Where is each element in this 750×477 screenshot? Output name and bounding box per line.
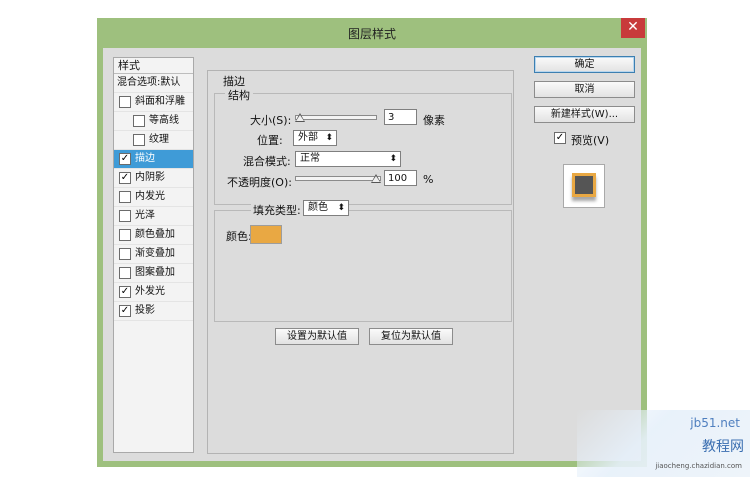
close-button[interactable]: ✕: [621, 18, 645, 38]
style-item-label: 纹理: [149, 134, 169, 145]
blend-mode-value: 正常: [300, 153, 320, 164]
dropdown-arrow-icon: ⬍: [337, 203, 345, 213]
title-bar[interactable]: 图层样式 ✕: [97, 18, 647, 48]
stroke-color-swatch[interactable]: [250, 225, 282, 244]
cancel-button[interactable]: 取消: [534, 81, 635, 98]
style-item-label: 内发光: [135, 191, 165, 202]
style-checkbox[interactable]: [119, 248, 131, 260]
style-checkbox[interactable]: [119, 210, 131, 222]
fill-type-value: 颜色: [308, 202, 328, 213]
style-item-label: 等高线: [149, 115, 179, 126]
style-item-label: 渐变叠加: [135, 248, 175, 259]
style-item[interactable]: 图案叠加: [114, 264, 193, 283]
fill-type-label: 填充类型:: [251, 202, 303, 218]
styles-list: 混合选项:默认斜面和浮雕等高线纹理 ✓ 描边 ✓ 内阴影内发光光泽颜色叠加渐变叠加图案叠…: [114, 74, 193, 321]
style-item-label: 图案叠加: [135, 267, 175, 278]
style-item-label: 光泽: [135, 210, 155, 221]
opacity-input[interactable]: 100: [384, 170, 417, 186]
opacity-slider-thumb[interactable]: [371, 174, 381, 183]
opacity-unit: %: [423, 173, 434, 186]
watermark-title: 教程网: [702, 439, 744, 455]
style-item[interactable]: ✓ 外发光: [114, 283, 193, 302]
new-style-button[interactable]: 新建样式(W)...: [534, 106, 635, 123]
style-item-label: 投影: [135, 305, 155, 316]
ok-button[interactable]: 确定: [534, 56, 635, 73]
style-checkbox[interactable]: [119, 96, 131, 108]
style-item[interactable]: ✓ 投影: [114, 302, 193, 321]
style-checkbox[interactable]: [133, 115, 145, 127]
layer-style-dialog: 图层样式 ✕ 样式 混合选项:默认 斜面和浮雕 等高线 纹理 ✓ 描边 ✓ 内阴影 内发光 光泽颜…: [97, 18, 647, 467]
style-checkbox[interactable]: [119, 191, 131, 203]
blend-mode-select[interactable]: 正常 ⬍: [295, 151, 401, 167]
style-item-label: 内阴影: [135, 172, 165, 183]
style-item-label: 斜面和浮雕: [135, 96, 185, 107]
style-checkbox[interactable]: ✓: [119, 305, 131, 317]
size-slider-thumb[interactable]: [295, 113, 305, 122]
style-item[interactable]: 等高线: [114, 112, 193, 131]
style-checkbox[interactable]: ✓: [119, 153, 131, 165]
watermark-domain: jb51.net: [690, 416, 740, 430]
styles-list-panel: 样式 混合选项:默认斜面和浮雕等高线纹理 ✓ 描边 ✓ 内阴影内发光光泽颜色叠加渐变叠加…: [113, 57, 194, 453]
style-checkbox[interactable]: [133, 134, 145, 146]
style-item[interactable]: 渐变叠加: [114, 245, 193, 264]
blend-mode-label: 混合模式:: [243, 155, 291, 168]
style-item[interactable]: 颜色叠加: [114, 226, 193, 245]
preview-checkbox[interactable]: ✓: [554, 132, 566, 144]
reset-default-button[interactable]: 复位为默认值: [369, 328, 453, 345]
style-checkbox[interactable]: [119, 229, 131, 241]
style-item[interactable]: 光泽: [114, 207, 193, 226]
opacity-label: 不透明度(O):: [227, 176, 292, 189]
site-watermark: jb51.net 教程网 jiaocheng.chazidian.com: [577, 410, 750, 477]
size-unit: 像素: [423, 114, 445, 127]
styles-header: 样式: [114, 58, 193, 74]
fill-type-select[interactable]: 颜色 ⬍: [303, 200, 349, 216]
style-item[interactable]: 纹理: [114, 131, 193, 150]
style-item[interactable]: 内发光: [114, 188, 193, 207]
style-item-label: 外发光: [135, 286, 165, 297]
style-item-label: 混合选项:默认: [117, 77, 181, 88]
style-item-label: 描边: [135, 153, 155, 164]
position-value: 外部: [298, 132, 318, 143]
position-label: 位置:: [257, 134, 283, 147]
size-slider[interactable]: [295, 115, 377, 120]
size-input[interactable]: 3: [384, 109, 417, 125]
dropdown-arrow-icon: ⬍: [325, 133, 333, 143]
preview-label: 预览(V): [571, 134, 610, 147]
style-item[interactable]: 斜面和浮雕: [114, 93, 193, 112]
style-checkbox[interactable]: ✓: [119, 172, 131, 184]
dropdown-arrow-icon: ⬍: [389, 154, 397, 164]
set-default-button[interactable]: 设置为默认值: [275, 328, 359, 345]
style-item[interactable]: 混合选项:默认: [114, 74, 193, 93]
watermark-url: jiaocheng.chazidian.com: [655, 462, 742, 470]
style-checkbox[interactable]: ✓: [119, 286, 131, 298]
style-checkbox[interactable]: [119, 267, 131, 279]
dialog-title: 图层样式: [347, 27, 396, 41]
style-item[interactable]: ✓ 描边: [114, 150, 193, 169]
opacity-slider[interactable]: [295, 176, 381, 181]
style-preview-thumbnail: [563, 164, 605, 208]
structure-title: 结构: [225, 87, 253, 103]
preview-swatch: [572, 173, 596, 197]
size-label: 大小(S):: [250, 114, 292, 127]
style-item-label: 颜色叠加: [135, 229, 175, 240]
style-item[interactable]: ✓ 内阴影: [114, 169, 193, 188]
position-select[interactable]: 外部 ⬍: [293, 130, 337, 146]
color-label: 颜色:: [226, 230, 252, 243]
dialog-client-area: 样式 混合选项:默认斜面和浮雕等高线纹理 ✓ 描边 ✓ 内阴影内发光光泽颜色叠加渐变叠加…: [103, 48, 641, 461]
